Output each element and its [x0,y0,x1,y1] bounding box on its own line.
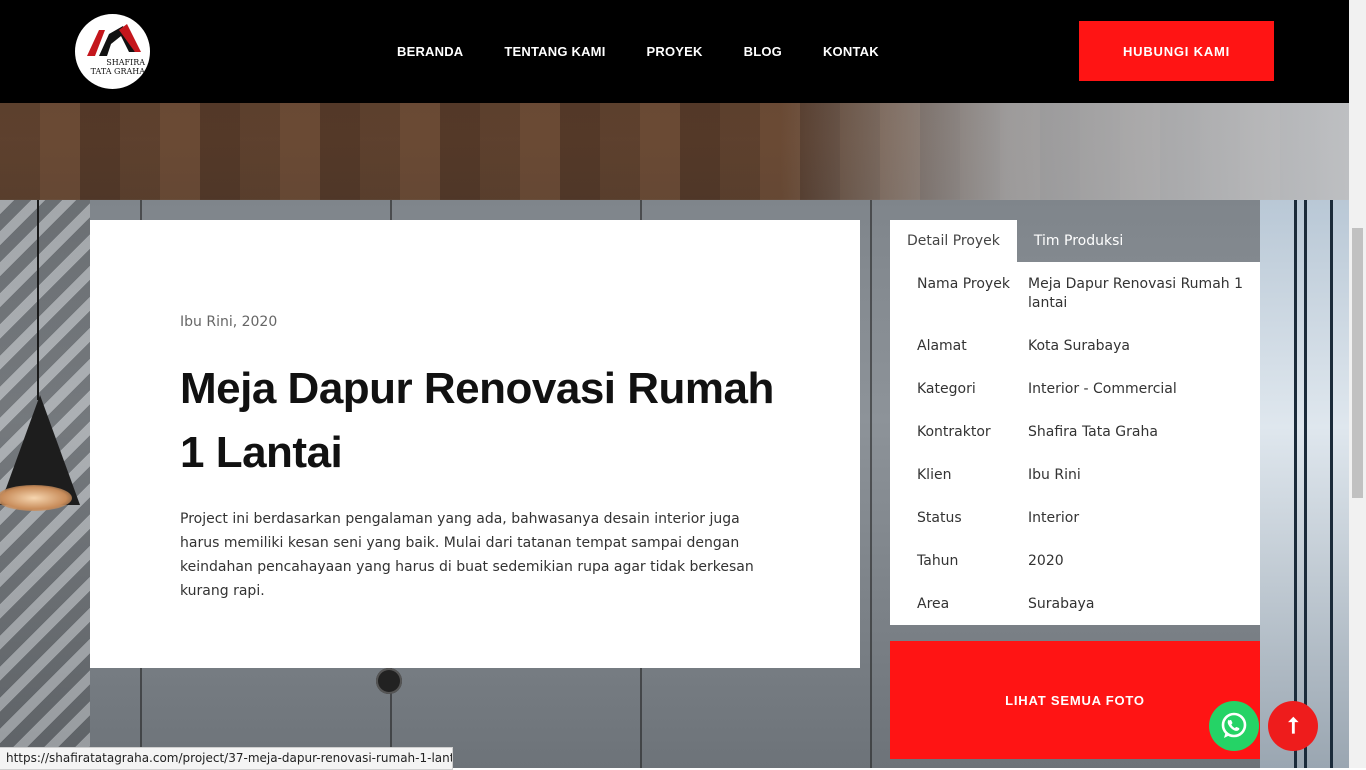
detail-value: Surabaya [1028,596,1095,612]
logo-text-line1: SHAFIRA [106,58,145,67]
detail-value: Kota Surabaya [1028,338,1130,354]
nav-blog[interactable]: BLOG [744,44,782,59]
detail-value: Shafira Tata Graha [1028,424,1158,440]
project-description: Project ini berdasarkan pengalaman yang … [180,511,754,599]
detail-row: Kontraktor Shafira Tata Graha [917,423,1247,442]
logo-text-line2: TATA GRAHA [90,67,145,76]
nav-beranda[interactable]: BERANDA [397,44,463,59]
detail-label: Klien [917,467,952,483]
detail-label: Kontraktor [917,424,991,440]
detail-row: Tahun 2020 [917,552,1247,571]
nav-proyek[interactable]: PROYEK [647,44,703,59]
detail-row: Area Surabaya [917,595,1247,614]
detail-label: Alamat [917,338,967,354]
arrow-up-icon: ⭡ [1287,713,1299,739]
detail-label: Area [917,596,950,612]
detail-label: Kategori [917,381,976,397]
main-nav: BERANDA TENTANG KAMI PROYEK BLOG KONTAK [397,0,920,103]
contact-cta-button[interactable]: HUBUNGI KAMI [1079,21,1274,81]
detail-value: 2020 [1028,553,1064,569]
detail-value: Interior - Commercial [1028,381,1177,397]
browser-status-url: https://shafiratatagraha.com/project/37-… [0,747,453,770]
detail-label: Nama Proyek [917,276,1010,292]
detail-tabs: Detail Proyek Tim Produksi [890,220,1140,262]
whatsapp-icon[interactable] [1209,701,1259,751]
project-details-panel: Nama Proyek Meja Dapur Renovasi Rumah 1 … [890,262,1260,625]
page-scrollbar[interactable] [1349,0,1366,768]
detail-row: Status Interior [917,509,1247,528]
detail-row: Kategori Interior - Commercial [917,380,1247,399]
detail-value: Meja Dapur Renovasi Rumah 1 lantai [1028,276,1244,311]
detail-value: Ibu Rini [1028,467,1081,483]
tab-detail-proyek[interactable]: Detail Proyek [890,220,1017,262]
logo-roof-icon [87,24,141,56]
nav-kontak[interactable]: KONTAK [823,44,879,59]
view-all-photos-button[interactable]: LIHAT SEMUA FOTO [890,641,1260,759]
project-summary-card: Ibu Rini, 2020 Meja Dapur Renovasi Rumah… [90,220,860,668]
brand-logo[interactable]: SHAFIRA TATA GRAHA [75,14,150,89]
tab-tim-produksi[interactable]: Tim Produksi [1017,220,1140,262]
detail-label: Status [917,510,962,526]
detail-row: Nama Proyek Meja Dapur Renovasi Rumah 1 … [917,275,1247,313]
project-meta: Ibu Rini, 2020 [180,314,278,330]
project-title: Meja Dapur Renovasi Rumah 1 Lantai [180,364,774,477]
detail-row: Klien Ibu Rini [917,466,1247,485]
detail-row: Alamat Kota Surabaya [917,337,1247,356]
detail-value: Interior [1028,510,1080,526]
wall-knob [376,668,402,694]
back-to-top-button[interactable]: ⭡ [1268,701,1318,751]
detail-label: Tahun [917,553,959,569]
site-header: SHAFIRA TATA GRAHA BERANDA TENTANG KAMI … [0,0,1349,103]
scrollbar-thumb[interactable] [1352,228,1363,498]
nav-tentang-kami[interactable]: TENTANG KAMI [504,44,605,59]
